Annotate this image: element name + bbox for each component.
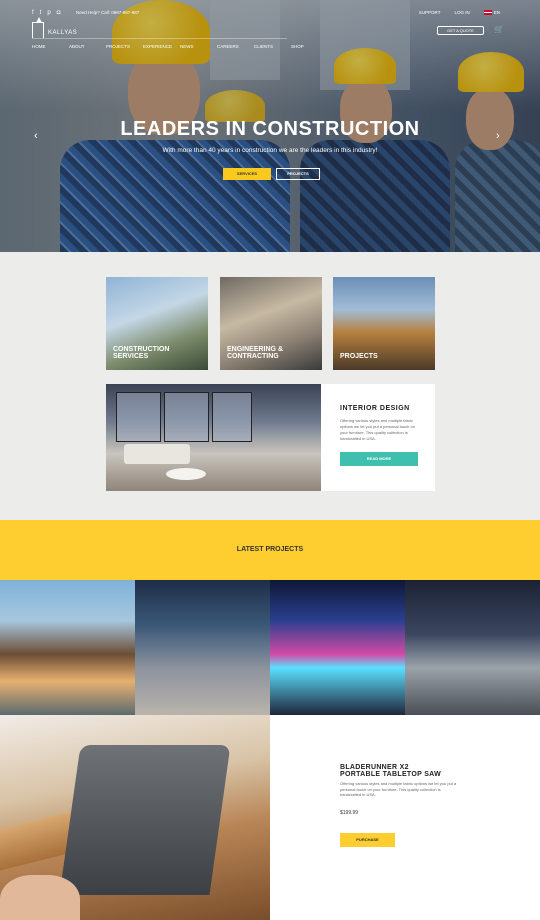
tile-label-line: CONSTRUCTION	[113, 346, 170, 353]
language-selector[interactable]: EN	[483, 10, 500, 15]
hand-image	[0, 875, 80, 920]
support-link[interactable]: SUPPORT	[419, 10, 441, 15]
get-a-quote-button[interactable]: GET A QUOTE	[437, 26, 484, 35]
flag-icon	[483, 10, 492, 15]
project-image-lit-building[interactable]	[270, 580, 405, 715]
tile-label-line: PROJECTS	[340, 353, 378, 360]
pinterest-icon[interactable]: p	[47, 10, 50, 16]
nav-divider	[32, 38, 287, 39]
services-button[interactable]: SERVICES	[223, 168, 271, 180]
top-links: SUPPORT LOG IN EN	[419, 10, 500, 15]
service-tile-construction[interactable]: CONSTRUCTION SERVICES	[106, 277, 208, 370]
tile-label-line: SERVICES	[113, 353, 149, 360]
window-image	[212, 392, 252, 442]
latest-projects-banner: LATEST PROJECTS	[0, 520, 540, 580]
hero-banner: f t p ◘ Need Help? Call: 0987-987-987 SU…	[0, 0, 540, 252]
help-phone: Need Help? Call: 0987-987-987	[76, 10, 140, 15]
read-more-button[interactable]: READ MORE	[340, 452, 418, 466]
nav-shop[interactable]: SHOP	[291, 44, 328, 49]
cart-icon[interactable]: 🛒	[494, 25, 504, 34]
product-price: $199.99	[340, 810, 359, 816]
sofa-image	[124, 444, 190, 464]
logo-text: KALLYAS	[48, 30, 78, 36]
tile-label: ENGINEERING & CONTRACTING	[227, 346, 283, 360]
login-link[interactable]: LOG IN	[454, 10, 469, 15]
project-image-office[interactable]	[405, 580, 540, 715]
services-section: CONSTRUCTION SERVICES ENGINEERING & CONT…	[0, 252, 540, 520]
product-card: BLADERUNNER X2 PORTABLE TABLETOP SAW Off…	[270, 715, 540, 920]
service-tile-engineering[interactable]: ENGINEERING & CONTRACTING	[220, 277, 322, 370]
tile-label: PROJECTS	[340, 353, 378, 360]
hero-subtitle: With more than 40 years in construction …	[162, 147, 378, 154]
facebook-icon[interactable]: f	[32, 10, 34, 16]
interior-design-card: INTERIOR DESIGN Offering various styles …	[321, 384, 435, 491]
product-image-saw	[0, 715, 270, 920]
interior-design-image	[106, 384, 321, 491]
saw-image	[59, 745, 231, 895]
product-description: Offering various styles and multiple fab…	[340, 781, 457, 797]
twitter-icon[interactable]: t	[40, 10, 42, 16]
logo[interactable]: KALLYAS	[32, 17, 78, 38]
nav-news[interactable]: NEWS	[180, 44, 217, 49]
project-image-stadium[interactable]	[135, 580, 270, 715]
project-image-house[interactable]	[0, 580, 135, 715]
product-title: BLADERUNNER X2 PORTABLE TABLETOP SAW	[340, 764, 500, 778]
window-image	[164, 392, 209, 442]
main-nav: HOME ABOUT PROJECTS EXPERIENCE NEWS CARE…	[32, 44, 328, 49]
nav-experience[interactable]: EXPERIENCE	[143, 44, 180, 49]
nav-projects[interactable]: PROJECTS	[106, 44, 143, 49]
projects-button[interactable]: PROJECTS	[276, 168, 320, 180]
instagram-icon[interactable]: ◘	[57, 10, 61, 16]
social-links: f t p ◘	[32, 10, 60, 16]
hero-title: LEADERS IN CONSTRUCTION	[120, 118, 420, 140]
tile-label-line: CONTRACTING	[227, 353, 279, 360]
nav-careers[interactable]: CAREERS	[217, 44, 254, 49]
window-image	[116, 392, 161, 442]
nav-about[interactable]: ABOUT	[69, 44, 106, 49]
interior-design-text: Offering various styles and multiple fab…	[340, 418, 415, 441]
nav-home[interactable]: HOME	[32, 44, 69, 49]
product-title-line: BLADERUNNER X2	[340, 764, 409, 771]
service-tile-projects[interactable]: PROJECTS	[333, 277, 435, 370]
language-label: EN	[493, 10, 500, 15]
latest-projects-title: LATEST PROJECTS	[236, 546, 304, 553]
logo-mark-icon	[32, 17, 44, 38]
purchase-button[interactable]: PURCHASE	[340, 833, 395, 847]
table-image	[166, 468, 206, 480]
nav-clients[interactable]: CLIENTS	[254, 44, 291, 49]
product-title-line: PORTABLE TABLETOP SAW	[340, 771, 442, 778]
tile-label: CONSTRUCTION SERVICES	[113, 346, 169, 360]
tile-label-line: ENGINEERING &	[227, 346, 284, 353]
interior-design-title: INTERIOR DESIGN	[340, 405, 410, 412]
top-bar: f t p ◘ Need Help? Call: 0987-987-987 SU…	[0, 0, 540, 26]
